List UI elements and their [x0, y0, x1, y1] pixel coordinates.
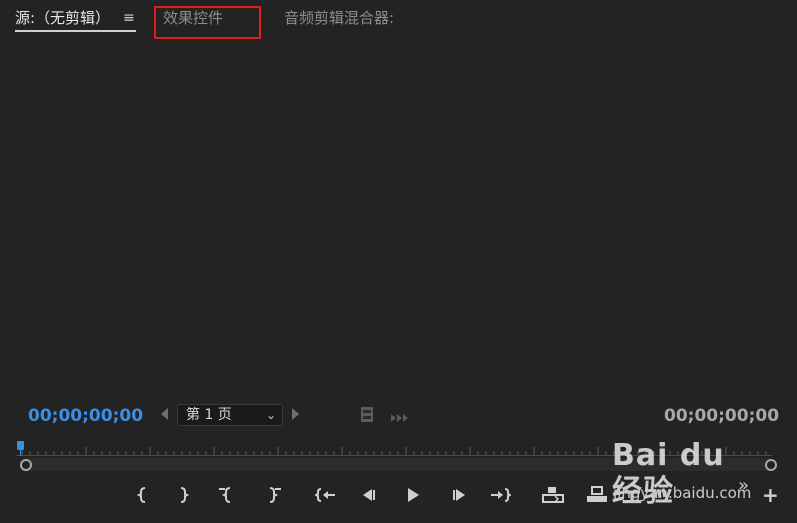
panel-menu-icon[interactable]: ≡: [123, 8, 135, 28]
active-tab-underline: [15, 30, 136, 32]
current-timecode[interactable]: 00;00;00;00: [28, 405, 143, 427]
insert-icon[interactable]: [541, 482, 565, 508]
go-to-next-edit-icon[interactable]: [488, 482, 512, 508]
playhead-line: [20, 450, 21, 456]
next-page-icon[interactable]: [292, 408, 299, 420]
baidu-jingyan-watermark: Bai du 经验 jingyan.baidu.com: [608, 432, 758, 512]
go-to-out-icon[interactable]: [262, 482, 286, 508]
panel-tab-bar: 源:（无剪辑） ≡ 效果控件 音频剪辑混合器:: [0, 0, 797, 39]
add-button-icon[interactable]: +: [762, 484, 779, 506]
film-icon[interactable]: [360, 406, 374, 427]
tab-audio-clip-mixer[interactable]: 音频剪辑混合器:: [284, 8, 394, 28]
tab-source-monitor[interactable]: 源:（无剪辑）: [15, 8, 136, 32]
red-highlight-box: [154, 6, 261, 39]
play-icon[interactable]: [401, 482, 425, 508]
overwrite-icon[interactable]: [585, 482, 609, 508]
page-select-value: 第 1 页: [186, 407, 232, 423]
go-to-previous-edit-icon[interactable]: [314, 482, 338, 508]
mark-out-icon[interactable]: [171, 482, 195, 508]
zoom-handle-left[interactable]: [20, 459, 32, 471]
tab-source-label: 源:（无剪辑）: [15, 9, 111, 27]
watermark-url: jingyan.baidu.com: [613, 484, 752, 502]
step-back-icon[interactable]: [357, 482, 381, 508]
step-forward-icon[interactable]: [447, 482, 471, 508]
duration-timecode: 00;00;00;00: [664, 406, 780, 426]
zoom-handle-right[interactable]: [765, 459, 777, 471]
fast-forward-icon[interactable]: [390, 409, 410, 428]
mark-in-icon[interactable]: [131, 482, 155, 508]
more-controls-icon[interactable]: »: [738, 476, 749, 496]
tab-audio-clip-mixer-label: 音频剪辑混合器:: [284, 9, 395, 27]
previous-page-icon[interactable]: [161, 408, 168, 420]
go-to-in-icon[interactable]: [214, 482, 238, 508]
playhead-marker[interactable]: [17, 441, 24, 450]
page-select-dropdown[interactable]: 第 1 页 ⌄: [177, 404, 283, 426]
chevron-down-icon: ⌄: [266, 408, 277, 422]
